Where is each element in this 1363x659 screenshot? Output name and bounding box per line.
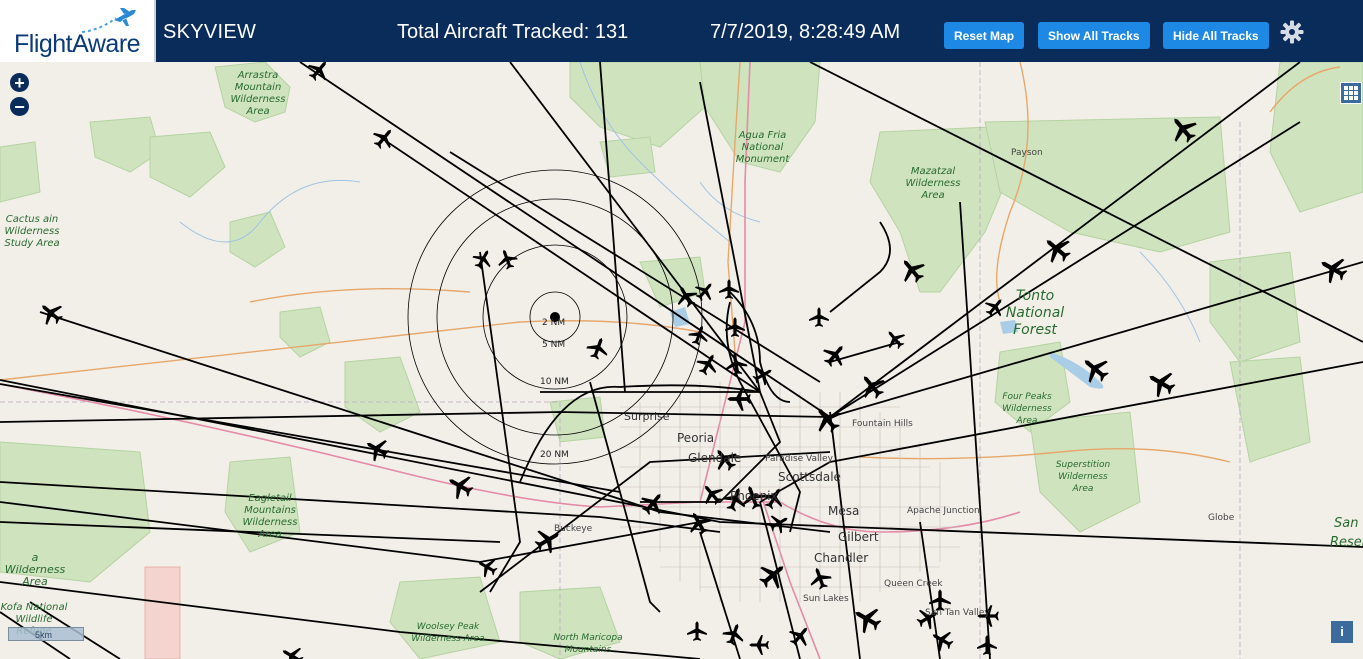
city-label: Paradise Valley xyxy=(765,454,833,464)
wilderness-label: Eagletail Mountains Wilderness Area xyxy=(242,493,298,540)
city-label: Queen Creek xyxy=(884,579,943,589)
city-label: Buckeye xyxy=(554,524,593,534)
city-label: Resen xyxy=(1330,535,1363,550)
zoom-in-button[interactable]: + xyxy=(10,73,29,92)
range-label-2nm: 2 NM xyxy=(542,318,566,328)
logo-text: FlightAware xyxy=(14,30,141,58)
map-scale-bar: 5km xyxy=(8,627,84,641)
layers-button[interactable] xyxy=(1340,82,1362,104)
wilderness-label: Superstition Wilderness Area xyxy=(1055,460,1111,494)
gear-icon[interactable] xyxy=(1280,20,1304,44)
city-label: Peoria xyxy=(677,431,715,445)
city-label: Surprise xyxy=(624,410,670,423)
restricted-area xyxy=(144,566,181,659)
top-bar: FlightAware SKYVIEW Total Aircraft Track… xyxy=(0,0,1363,62)
wilderness-label: Agua Fria National Monument xyxy=(735,130,790,165)
city-label: Payson xyxy=(1011,148,1043,158)
aircraft-count: Total Aircraft Tracked: 131 xyxy=(397,21,629,43)
wilderness-label: Four Peaks Wilderness Area xyxy=(1002,392,1052,426)
city-label: Fountain Hills xyxy=(852,419,913,429)
map-canvas[interactable]: 2 NM 5 NM 10 NM 20 NM Surprise Peoria Gl… xyxy=(0,62,1363,659)
wilderness-areas xyxy=(0,62,1363,659)
flightaware-logo[interactable]: FlightAware xyxy=(0,0,156,62)
map-layer xyxy=(0,62,1363,659)
city-label: Phoenix xyxy=(730,489,778,503)
wilderness-label: Mazatzal Wilderness Area xyxy=(905,166,961,201)
city-label: Sun Lakes xyxy=(803,594,849,604)
wilderness-label: Arrastra Mountain Wilderness Area xyxy=(230,70,286,117)
city-label: Mesa xyxy=(828,504,860,518)
wilderness-label: Woolsey Peak Wilderness Area xyxy=(411,622,485,644)
wilderness-label: Cactus ain Wilderness Study Area xyxy=(4,214,60,249)
info-button[interactable]: i xyxy=(1331,621,1353,643)
layers-grid-icon xyxy=(1344,86,1358,100)
forest-label: Tonto National Forest xyxy=(1005,288,1065,338)
city-label: Gilbert xyxy=(838,530,879,544)
reset-map-button[interactable]: Reset Map xyxy=(944,22,1025,49)
city-label: Apache Junction xyxy=(907,506,980,516)
city-label: Scottsdale xyxy=(778,470,841,484)
city-label: Chandler xyxy=(814,551,869,565)
city-label: San Tan Valley xyxy=(925,608,990,618)
wilderness-label: a Wilderness Area xyxy=(4,551,66,588)
city-label: San xyxy=(1334,516,1359,531)
urban-grid xyxy=(620,382,960,602)
show-all-tracks-button[interactable]: Show All Tracks xyxy=(1038,22,1150,49)
wilderness-label: North Maricopa Mountains xyxy=(553,633,623,655)
range-label-5nm: 5 NM xyxy=(542,340,566,350)
range-label-10nm: 10 NM xyxy=(540,377,569,387)
range-label-20nm: 20 NM xyxy=(540,450,569,460)
city-label: Glendale xyxy=(688,451,742,465)
app-title: SKYVIEW xyxy=(163,21,257,43)
city-label: Globe xyxy=(1208,513,1235,523)
hide-all-tracks-button[interactable]: Hide All Tracks xyxy=(1163,22,1269,49)
current-datetime: 7/7/2019, 8:28:49 AM xyxy=(710,21,901,43)
zoom-out-button[interactable]: − xyxy=(10,97,29,116)
